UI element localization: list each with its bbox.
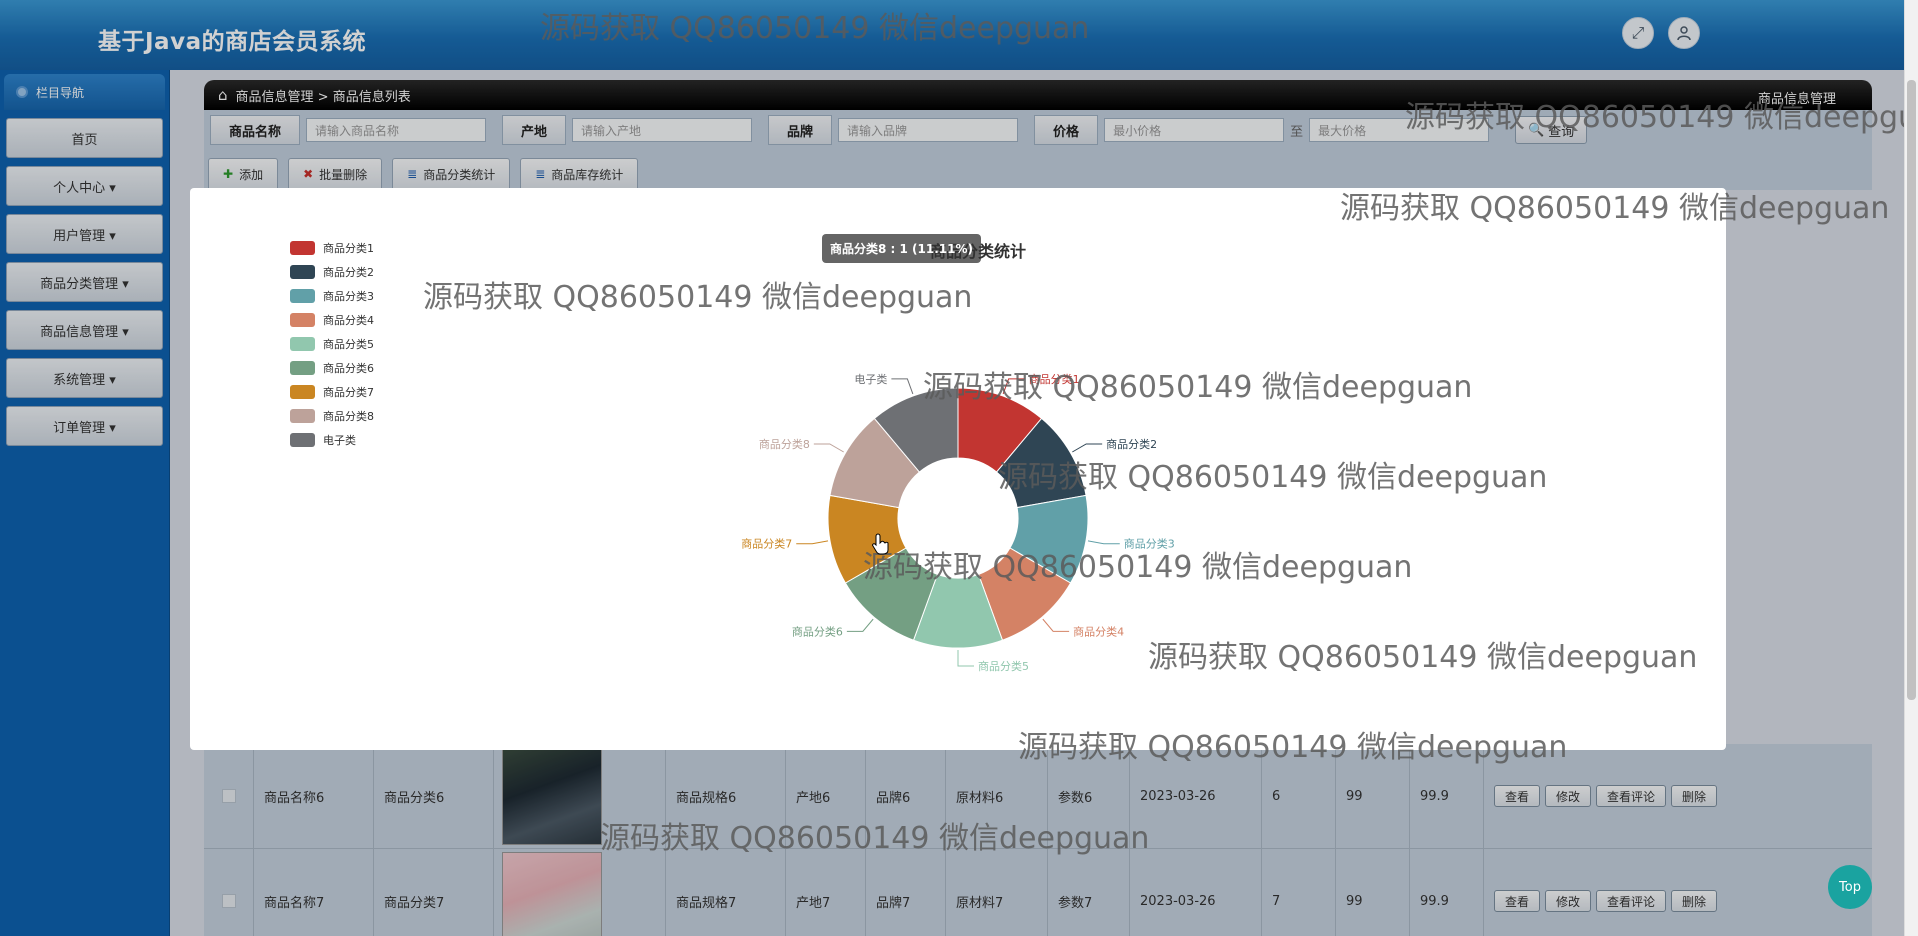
watermark: 源码获取 QQ86050149 微信deepguan — [540, 11, 1090, 46]
watermark: 源码获取 QQ86050149 微信deepguan — [1018, 730, 1568, 765]
slice-label: 商品分类8 — [759, 437, 810, 451]
watermark: 源码获取 QQ86050149 微信deepguan — [923, 370, 1473, 405]
label-line — [796, 540, 829, 545]
slice-label: 商品分类5 — [978, 659, 1029, 673]
slice-label: 商品分类4 — [1073, 624, 1124, 638]
watermark: 源码获取 QQ86050149 微信deepguan — [863, 550, 1413, 585]
back-to-top-button[interactable]: Top — [1828, 865, 1872, 909]
scroll-thumb[interactable] — [1907, 80, 1916, 700]
watermark: 源码获取 QQ86050149 微信deepguan — [998, 460, 1548, 495]
watermark: 源码获取 QQ86050149 微信deepguan — [1340, 191, 1890, 226]
slice-label: 电子类 — [854, 372, 887, 386]
slice-label: 商品分类7 — [741, 537, 792, 551]
label-line — [1042, 618, 1070, 632]
watermark: 源码获取 QQ86050149 微信deepguan — [423, 280, 973, 315]
label-line — [957, 650, 974, 667]
label-line — [813, 443, 844, 453]
slice-label: 商品分类6 — [792, 624, 843, 638]
watermark: 源码获取 QQ86050149 微信deepguan — [1148, 640, 1698, 675]
label-line — [891, 378, 914, 395]
slice-label: 商品分类2 — [1106, 437, 1157, 451]
label-line — [1072, 443, 1103, 453]
chart-tooltip: 商品分类8 : 1 (11.11%) — [822, 234, 981, 263]
scrollbar[interactable] — [1904, 0, 1918, 936]
hand-cursor-icon — [872, 533, 889, 555]
watermark: 源码获取 QQ86050149 微信deepguan — [1405, 100, 1918, 135]
watermark: 源码获取 QQ86050149 微信deepguan — [600, 821, 1150, 856]
label-line — [846, 618, 874, 632]
